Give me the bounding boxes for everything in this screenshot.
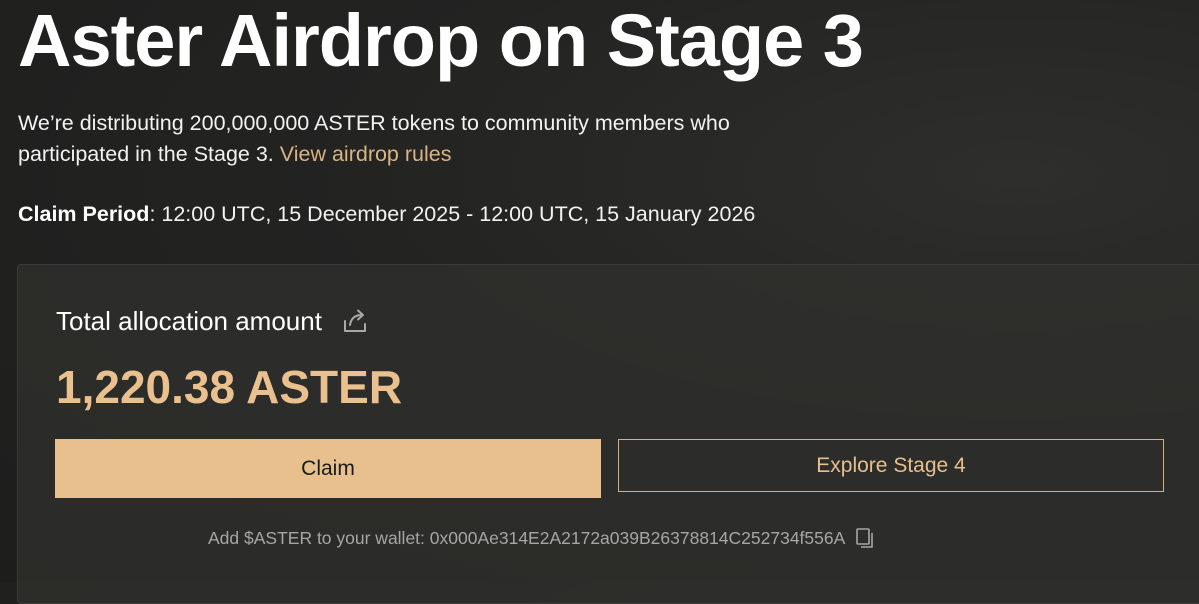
allocation-amount: 1,220.38 ASTER: [56, 361, 403, 413]
allocation-card: Total allocation amount 1,220.38 ASTER C…: [17, 264, 1199, 604]
explore-stage-4-button[interactable]: Explore Stage 4: [618, 439, 1164, 492]
view-airdrop-rules-link[interactable]: View airdrop rules: [280, 142, 452, 166]
allocation-header: Total allocation amount: [56, 303, 370, 339]
share-icon[interactable]: [340, 306, 370, 336]
claim-period: Claim Period: 12:00 UTC, 15 December 202…: [18, 199, 755, 230]
allocation-title: Total allocation amount: [56, 306, 322, 336]
copy-icon[interactable]: [855, 527, 875, 549]
claim-period-label: Claim Period: [18, 202, 150, 226]
page-title: Aster Airdrop on Stage 3: [18, 0, 864, 82]
claim-period-value: : 12:00 UTC, 15 December 2025 - 12:00 UT…: [149, 202, 756, 226]
add-to-wallet-text: Add $ASTER to your wallet: 0x000Ae314E2A…: [208, 528, 846, 548]
add-to-wallet-row: Add $ASTER to your wallet: 0x000Ae314E2A…: [208, 526, 875, 550]
claim-button[interactable]: Claim: [55, 439, 601, 498]
airdrop-description: We’re distributing 200,000,000 ASTER tok…: [18, 108, 818, 170]
